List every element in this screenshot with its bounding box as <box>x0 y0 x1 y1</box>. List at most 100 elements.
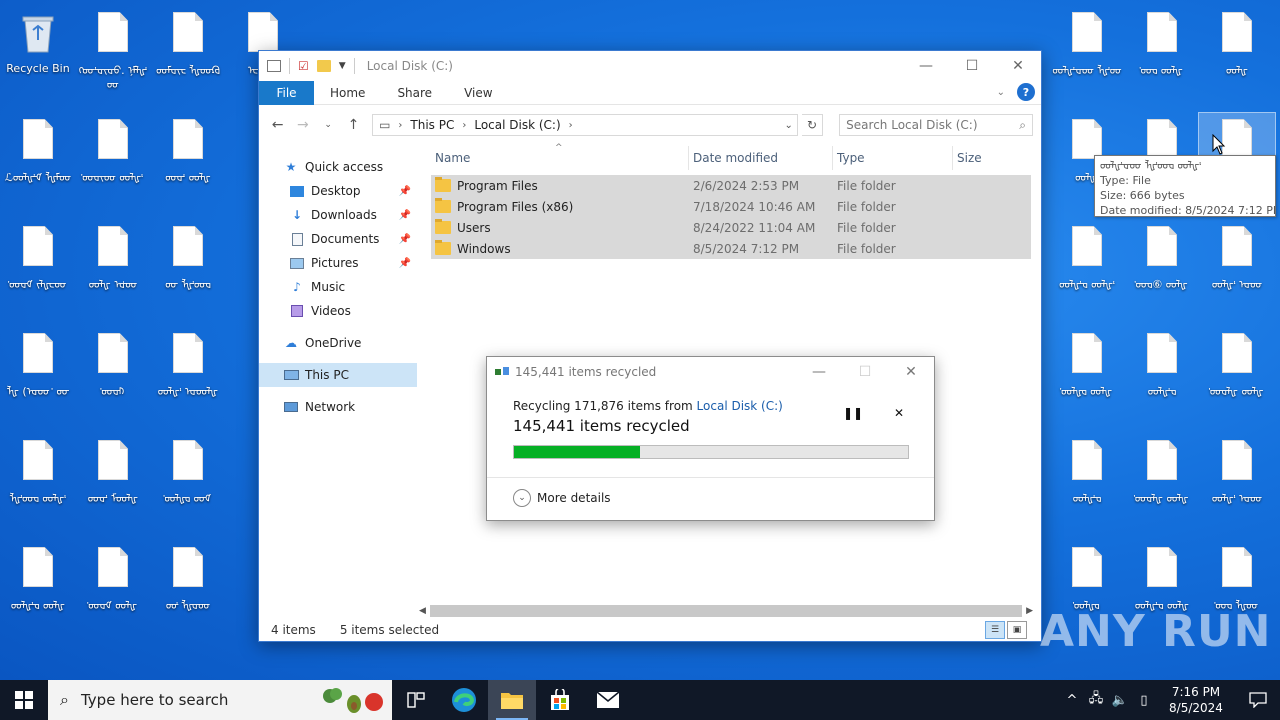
desktop-file-shortcut[interactable]: ᡂᡀᡃ ᡆᡂ <box>1199 434 1275 534</box>
tab-view[interactable]: View <box>448 86 508 100</box>
nav-documents[interactable]: Documents 📌 <box>259 227 417 251</box>
file-list-row[interactable]: Program Files (x86) 7/18/2024 10:46 AM Fil… <box>431 196 1031 217</box>
desktop-file-shortcut[interactable]: ᡃᡂᡆᡀ ᡂᡀ <box>1199 327 1275 427</box>
desktop-file-shortcut[interactable]: ᡃᡂᡆ ᡂᡀ <box>1124 6 1200 106</box>
desktop-file-shortcut[interactable]: ᡂᡀᡃᡆ <box>1124 327 1200 427</box>
new-folder-icon[interactable] <box>316 60 331 72</box>
up-button[interactable]: ↑ <box>343 117 364 133</box>
source-location-link[interactable]: Local Disk (C:) <box>697 399 783 413</box>
nav-downloads[interactable]: ↓ Downloads 📌 <box>259 203 417 227</box>
refresh-button[interactable]: ↻ <box>801 114 824 136</box>
recent-locations-icon[interactable]: ⌄ <box>318 120 339 130</box>
dialog-close-button[interactable]: ✕ <box>888 357 934 387</box>
desktop-file-shortcut[interactable]: ᡂᡀᡃᡆ <box>1049 434 1125 534</box>
recycle-bin-shortcut[interactable]: Recycle Bin <box>0 6 76 106</box>
taskbar-store[interactable] <box>536 680 584 720</box>
properties-icon[interactable]: ☑ <box>298 59 309 73</box>
taskbar-search-box[interactable]: ⌕ Type here to search <box>48 680 392 720</box>
nav-network[interactable]: Network <box>259 395 417 419</box>
pause-button[interactable]: ❚❚ <box>841 401 865 425</box>
network-icon[interactable]: 🖧 <box>1084 689 1108 711</box>
desktop-file-label: ᡃᡂᡆ ᡂᡀ <box>1141 64 1183 77</box>
scroll-right-icon[interactable]: ▶ <box>1026 606 1033 616</box>
desktop-file-shortcut[interactable]: ᡃᡂᡆ⑥ ᡂᡀ <box>1124 220 1200 320</box>
desktop-file-shortcut[interactable]: ᡂᡆᡃ ᡂᡀ <box>150 113 226 213</box>
file-list-row[interactable]: Users 8/24/2022 11:04 AM File folder <box>431 217 1031 238</box>
search-box[interactable]: Search Local Disk (C:) ⌕ <box>839 114 1033 136</box>
clock[interactable]: 7:16 PM 8/5/2024 <box>1156 684 1236 716</box>
desktop-file-shortcut[interactable]: ᡀ (ᡆᡂ ᡃ ᡂ <box>0 327 76 427</box>
close-button[interactable]: ✕ <box>995 51 1041 81</box>
desktop-file-shortcut[interactable]: ᡃᡂᡆᡀ ᡂᡀ <box>1124 434 1200 534</box>
desktop-file-shortcut[interactable]: ᡂᡀᡃ ᡆᡂ <box>1199 220 1275 320</box>
desktop-file-shortcut[interactable]: ᡃᡂᡆᡕᡂ ᡂᡀᡃ <box>75 113 151 213</box>
tab-home[interactable]: Home <box>314 86 381 100</box>
column-type[interactable]: Type <box>833 146 953 170</box>
scroll-thumb[interactable] <box>429 605 1023 617</box>
desktop-file-shortcut[interactable]: ᡂᡀ <box>1199 6 1275 106</box>
battery-icon[interactable]: ▯ <box>1132 693 1156 708</box>
desktop-file-shortcut[interactable]: ᡃᡂᡆᡏ ᡂᡀ <box>75 541 151 641</box>
desktop-file-shortcut[interactable]: ᡃᡂᡆᡏ ᡕᡀᡄᡂ <box>0 220 76 320</box>
more-details-toggle[interactable]: ⌄ More details <box>513 489 611 507</box>
desktop-file-shortcut[interactable]: ᡃᡂᡀᡆ ᡂᡀ <box>1049 327 1125 427</box>
breadcrumb-this-pc[interactable]: This PC <box>410 118 454 132</box>
cancel-button[interactable]: ✕ <box>887 401 911 425</box>
volume-icon[interactable]: 🔈 <box>1108 693 1132 708</box>
desktop-file-shortcut[interactable]: ᠬᡂᡃᡆᡕᡆᡉ. ᠨᡏᡀᡃᡂ <box>75 6 151 106</box>
nav-this-pc[interactable]: This PC <box>259 363 417 387</box>
start-button[interactable] <box>0 680 48 720</box>
tab-share[interactable]: Share <box>381 86 448 100</box>
dialog-minimize-button[interactable]: — <box>796 357 842 387</box>
desktop-file-shortcut[interactable]: ᡂᡀᡃ ᡆᡂᡀ <box>150 327 226 427</box>
address-dropdown-icon[interactable]: ⌄ <box>784 120 792 131</box>
desktop-file-shortcut[interactable]: ℒᡂᡀᡃᡏ ᡀᡏᡂ <box>0 113 76 213</box>
nav-onedrive[interactable]: ☁ OneDrive <box>259 331 417 355</box>
desktop-file-label: ᡂᡀ <box>1225 64 1249 77</box>
help-icon[interactable]: ? <box>1017 83 1035 101</box>
file-list-row[interactable]: Windows 8/5/2024 7:12 PM File folder <box>431 238 1031 259</box>
desktop-file-shortcut[interactable]: ᡂᡃ ᡀᡆᡂ <box>150 541 226 641</box>
details-view-button[interactable]: ☰ <box>985 621 1005 639</box>
maximize-button[interactable]: ☐ <box>949 51 995 81</box>
tab-file[interactable]: File <box>259 80 314 105</box>
dialog-maximize-button[interactable]: ☐ <box>842 357 888 387</box>
desktop-file-shortcut[interactable]: ᡃᡂᡀᡆ ᡂᡏ <box>150 434 226 534</box>
large-icons-view-button[interactable]: ▣ <box>1007 621 1027 639</box>
nav-quick-access[interactable]: ★ Quick access <box>259 155 417 179</box>
desktop-file-shortcut[interactable]: ᡂᡏᡆᡕᡄ ᡀᡂᡗᡆ <box>150 6 226 106</box>
desktop-file-shortcut[interactable]: ᡂ ᡀᡃᡂᡆ <box>150 220 226 320</box>
taskbar-file-explorer[interactable] <box>488 680 536 720</box>
column-date-modified[interactable]: Date modified <box>689 146 833 170</box>
qat-dropdown-icon[interactable]: ▼ <box>339 61 346 71</box>
nav-desktop[interactable]: Desktop 📌 <box>259 179 417 203</box>
desktop-file-shortcut[interactable]: ᡂᡀᡃᡆ ᡂᡀᡃ <box>1049 220 1125 320</box>
taskbar-mail[interactable] <box>584 680 632 720</box>
desktop-file-shortcut[interactable]: ᡂᡀ ᡆᡃᡂ <box>75 220 151 320</box>
back-button[interactable]: ← <box>267 117 288 133</box>
file-list-row[interactable]: Program Files 2/6/2024 2:53 PM File folder <box>431 175 1031 196</box>
horizontal-scrollbar[interactable]: ◀ ▶ <box>419 603 1033 619</box>
file-icon <box>1147 226 1177 266</box>
task-view-button[interactable] <box>392 680 440 720</box>
nav-music[interactable]: ♪ Music <box>259 275 417 299</box>
desktop-file-shortcut[interactable]: ᡂᡀᡃᡆᡂ ᡀᡃᡂ <box>1049 6 1125 106</box>
forward-button[interactable]: → <box>292 117 313 133</box>
minimize-button[interactable]: — <box>903 51 949 81</box>
pin-icon: 📌 <box>398 209 411 221</box>
column-size[interactable]: Size <box>953 146 1027 170</box>
desktop-file-shortcut[interactable]: ᡃᡂᡆᡕ <box>75 327 151 427</box>
show-hidden-icons-button[interactable]: ^ <box>1060 693 1084 708</box>
desktop-file-shortcut[interactable]: ᡂᡆᡃ ᡏᡂᡀ <box>75 434 151 534</box>
expand-ribbon-icon[interactable]: ⌄ <box>997 87 1005 98</box>
notification-center-button[interactable] <box>1236 692 1280 708</box>
taskbar-edge[interactable] <box>440 680 488 720</box>
nav-pictures[interactable]: Pictures 📌 <box>259 251 417 275</box>
address-bar[interactable]: ▭ › This PC › Local Disk (C:) › ⌄ <box>372 114 798 136</box>
scroll-left-icon[interactable]: ◀ <box>419 606 426 616</box>
breadcrumb-local-disk[interactable]: Local Disk (C:) <box>474 118 560 132</box>
task-view-icon <box>407 692 425 708</box>
nav-videos[interactable]: Videos <box>259 299 417 323</box>
desktop-file-shortcut[interactable]: ᡀᡃᡂᡆ ᡂᡀᡃ <box>0 434 76 534</box>
desktop-file-shortcut[interactable]: ᡂᡀᡃᡆ ᡂᡀ <box>0 541 76 641</box>
